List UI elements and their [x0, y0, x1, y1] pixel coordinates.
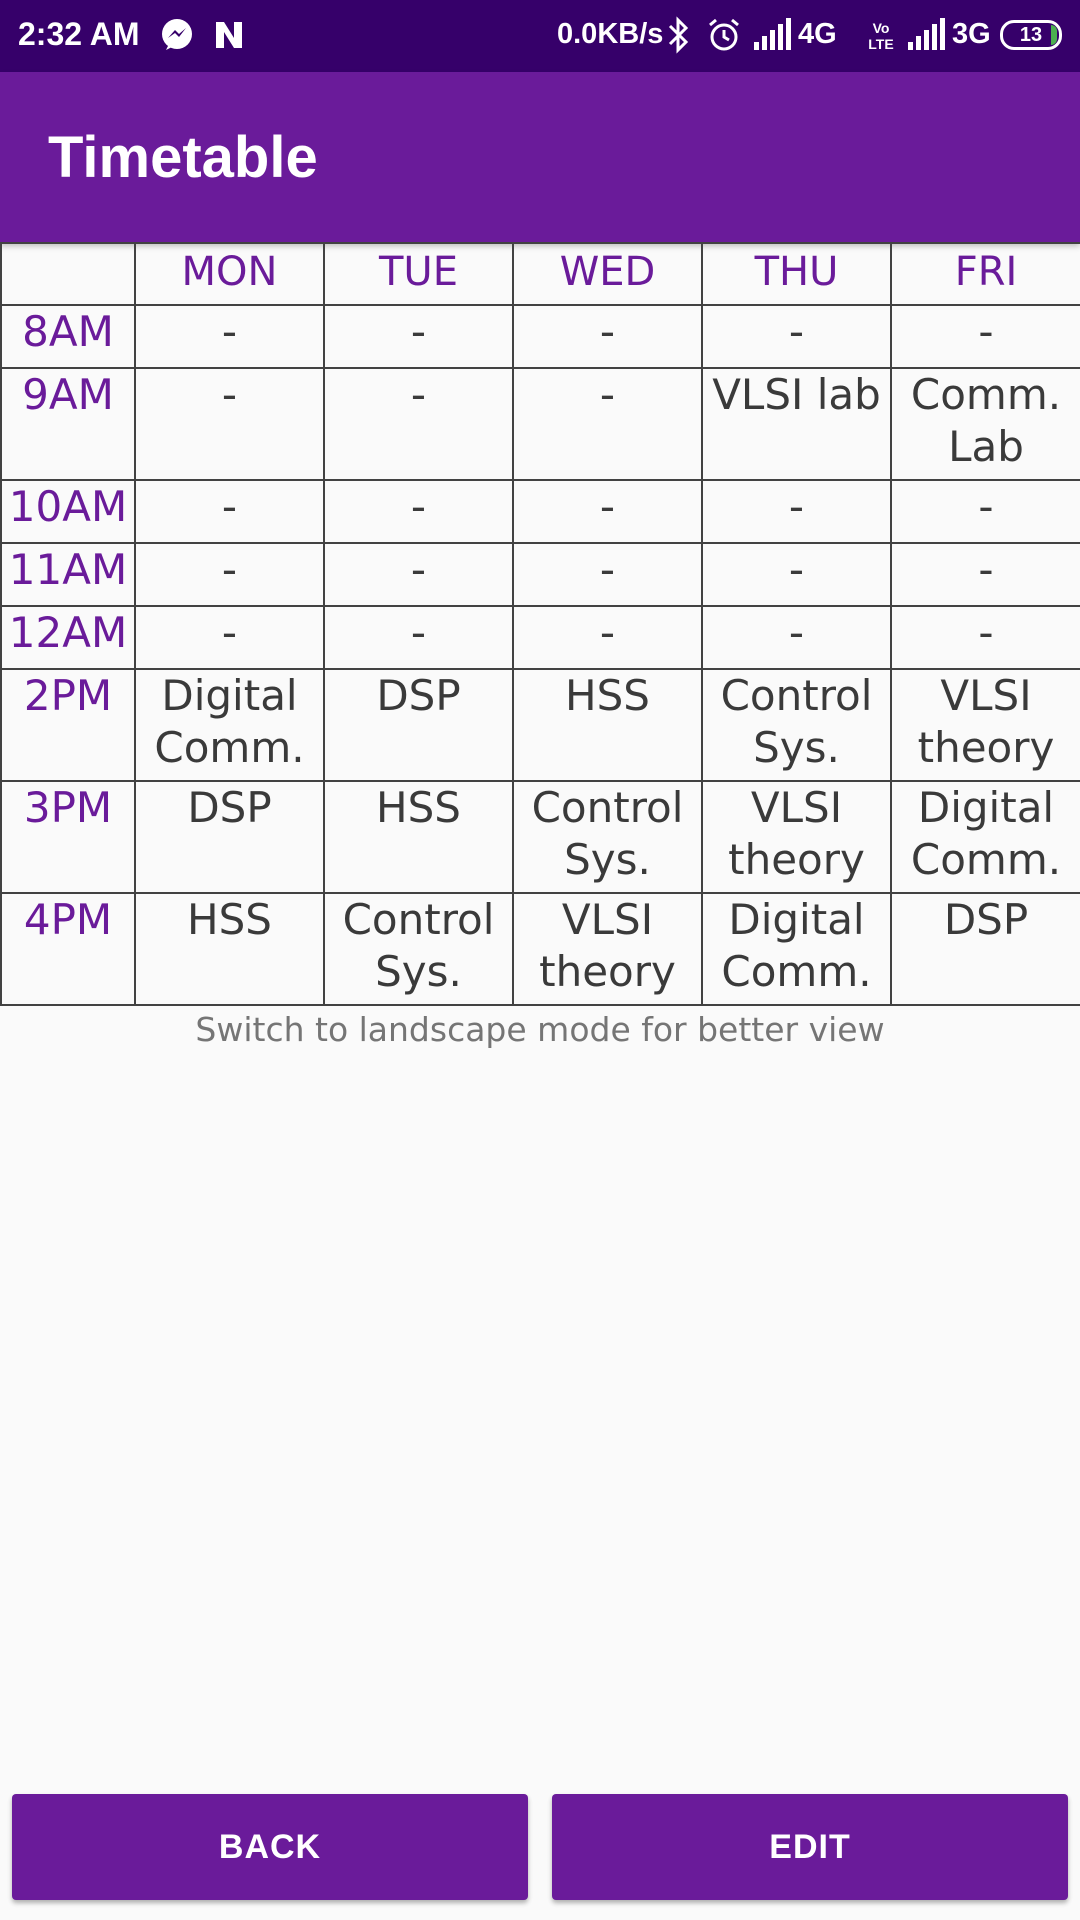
time-cell: 10AM [0, 479, 136, 544]
class-cell[interactable]: - [512, 605, 703, 670]
class-cell[interactable]: - [512, 479, 703, 544]
class-cell[interactable]: Control Sys. [512, 780, 703, 894]
network-speed: 0.0KB/s [557, 18, 664, 50]
class-cell[interactable]: - [701, 304, 892, 369]
timetable-grid: MON TUE WED THU FRI 8AM - - - - - 9AM - … [0, 242, 1080, 1006]
class-cell[interactable]: - [701, 542, 892, 607]
status-time: 2:32 AM [18, 16, 140, 52]
class-cell[interactable]: DSP [890, 892, 1080, 1006]
class-cell[interactable]: VLSI lab [701, 367, 892, 481]
day-header: MON [134, 242, 325, 306]
class-cell[interactable]: Comm. Lab [890, 367, 1080, 481]
bluetooth-icon [664, 16, 702, 54]
table-row: 2PM Digital Comm. DSP HSS Control Sys. V… [0, 668, 1080, 782]
class-cell[interactable]: VLSI theory [512, 892, 703, 1006]
svg-text:LTE: LTE [868, 36, 893, 52]
class-cell[interactable]: - [890, 479, 1080, 544]
svg-text:Vo: Vo [873, 20, 890, 36]
messenger-icon [158, 16, 196, 54]
edit-button[interactable]: EDIT [552, 1794, 1068, 1900]
table-row: 8AM - - - - - [0, 304, 1080, 369]
class-cell[interactable]: - [323, 479, 514, 544]
table-row: 12AM - - - - - [0, 605, 1080, 670]
network-type-2: 3G [952, 18, 991, 50]
volte-icon: Vo LTE [862, 16, 900, 54]
class-cell[interactable]: - [134, 479, 325, 544]
network-type-1: 4G [798, 18, 837, 50]
status-bar: 2:32 AM 0.0KB/s 4G Vo LTE 3G 13 [0, 0, 1080, 72]
class-cell[interactable]: Control Sys. [701, 668, 892, 782]
time-cell: 4PM [0, 892, 136, 1006]
class-cell[interactable]: - [512, 542, 703, 607]
time-cell: 11AM [0, 542, 136, 607]
day-header: THU [701, 242, 892, 306]
class-cell[interactable]: - [890, 304, 1080, 369]
class-cell[interactable]: Control Sys. [323, 892, 514, 1006]
signal-icon-2 [906, 16, 945, 54]
table-row: 4PM HSS Control Sys. VLSI theory Digital… [0, 892, 1080, 1006]
class-cell[interactable]: - [701, 605, 892, 670]
class-cell[interactable]: - [134, 542, 325, 607]
page-title: Timetable [48, 125, 318, 190]
class-cell[interactable]: - [134, 304, 325, 369]
class-cell[interactable]: VLSI theory [701, 780, 892, 894]
class-cell[interactable]: - [512, 304, 703, 369]
time-cell: 3PM [0, 780, 136, 894]
notification-n-icon [210, 16, 248, 54]
landscape-hint: Switch to landscape mode for better view [195, 1010, 885, 1049]
table-row: 11AM - - - - - [0, 542, 1080, 607]
time-cell: 9AM [0, 367, 136, 481]
class-cell[interactable]: Digital Comm. [890, 780, 1080, 894]
class-cell[interactable]: - [323, 304, 514, 369]
class-cell[interactable]: DSP [134, 780, 325, 894]
header-corner [0, 242, 136, 306]
time-cell: 8AM [0, 304, 136, 369]
class-cell[interactable]: - [323, 605, 514, 670]
app-bar: Timetable [0, 72, 1080, 242]
day-header: TUE [323, 242, 514, 306]
signal-icon [752, 16, 791, 54]
battery-level: 13 [1019, 24, 1043, 46]
day-header: WED [512, 242, 703, 306]
time-cell: 12AM [0, 605, 136, 670]
table-row: 10AM - - - - - [0, 479, 1080, 544]
class-cell[interactable]: - [701, 479, 892, 544]
class-cell[interactable]: - [323, 367, 514, 481]
class-cell[interactable]: HSS [323, 780, 514, 894]
class-cell[interactable]: - [890, 605, 1080, 670]
timetable: MON TUE WED THU FRI 8AM - - - - - 9AM - … [0, 242, 1080, 1006]
class-cell[interactable]: - [512, 367, 703, 481]
class-cell[interactable]: - [323, 542, 514, 607]
table-row: 3PM DSP HSS Control Sys. VLSI theory Dig… [0, 780, 1080, 894]
table-row: 9AM - - - VLSI lab Comm. Lab [0, 367, 1080, 481]
class-cell[interactable]: Digital Comm. [134, 668, 325, 782]
class-cell[interactable]: - [134, 605, 325, 670]
battery-icon: 13 [1000, 20, 1062, 50]
class-cell[interactable]: HSS [134, 892, 325, 1006]
class-cell[interactable]: DSP [323, 668, 514, 782]
alarm-icon [705, 16, 743, 54]
day-header: FRI [890, 242, 1080, 306]
class-cell[interactable]: - [134, 367, 325, 481]
class-cell[interactable]: HSS [512, 668, 703, 782]
class-cell[interactable]: VLSI theory [890, 668, 1080, 782]
class-cell[interactable]: - [890, 542, 1080, 607]
back-button[interactable]: BACK [12, 1794, 528, 1900]
class-cell[interactable]: Digital Comm. [701, 892, 892, 1006]
time-cell: 2PM [0, 668, 136, 782]
